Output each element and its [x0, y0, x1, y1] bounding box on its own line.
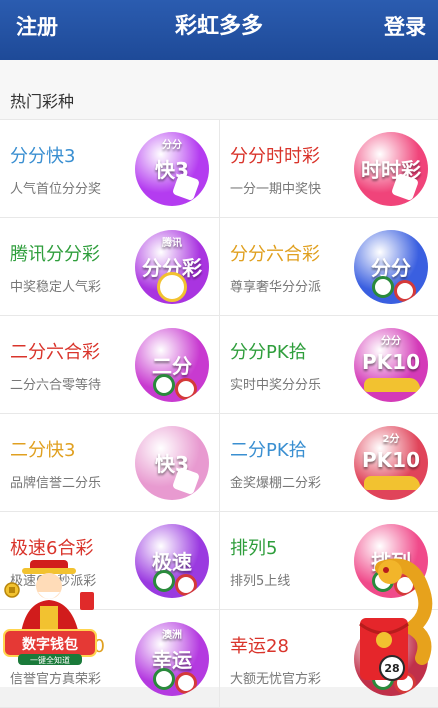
- lottery-item[interactable]: 二分六合彩二分六合零等待 二分: [0, 316, 219, 414]
- ball-shape: [175, 672, 197, 694]
- race-car-icon: 分分 PK10: [354, 328, 428, 402]
- badge-title: 快3: [155, 158, 189, 182]
- lottery-name: 分分时时彩: [230, 146, 320, 167]
- lottery-item[interactable]: 分分六合彩尊享奢华分分派 分分: [219, 218, 438, 316]
- badge-title: 极速: [152, 550, 192, 574]
- top-bar: 注册 彩虹多多 登录: [0, 0, 438, 60]
- lottery-item[interactable]: 分分PK拾实时中奖分分乐 分分 PK10: [219, 316, 438, 414]
- lottery-item[interactable]: 腾讯分分彩中奖稳定人气彩 腾讯 分分彩: [0, 218, 219, 316]
- badge-caption: 澳洲: [162, 630, 182, 641]
- badge-title: 时时彩: [361, 158, 421, 182]
- lottery-desc: 人气首位分分奖: [10, 182, 102, 197]
- alarm-clock-icon: 腾讯 分分彩: [135, 230, 209, 304]
- lottery-desc: 品牌信誉二分乐: [10, 476, 102, 491]
- lottery-desc: 一分一期中奖快: [230, 182, 322, 197]
- lottery-balls-icon: 二分: [135, 328, 209, 402]
- lottery-item[interactable]: 二分PK拾金奖爆棚二分彩 2分 PK10: [219, 414, 438, 512]
- dice-icon: 快3: [135, 426, 209, 500]
- god-of-wealth-icon: 数字钱包 一键全知道: [3, 560, 97, 665]
- lottery-name: 二分快3: [10, 440, 76, 461]
- badge-title: 二分: [152, 354, 192, 378]
- ball-shape: [153, 374, 175, 396]
- dice-icon: 时时彩: [354, 132, 428, 206]
- badge-title: 分分: [371, 256, 411, 280]
- lottery-item[interactable]: 二分快3 品牌信誉二分乐 快3: [0, 414, 219, 512]
- app-title: 彩虹多多: [174, 14, 263, 39]
- lottery-balls-icon: 澳洲 幸运: [135, 622, 209, 696]
- badge-title: PK10: [362, 448, 420, 472]
- car-shape: [364, 378, 420, 392]
- lottery-desc: 二分六合零等待: [10, 378, 102, 393]
- lottery-desc: 尊享奢华分分派: [230, 280, 322, 295]
- badge-title: PK10: [362, 350, 420, 374]
- ball-shape: [394, 280, 416, 302]
- section-title: 热门彩种: [10, 92, 75, 111]
- lottery-name: 二分六合彩: [10, 342, 100, 363]
- badge-title: 快3: [155, 452, 189, 476]
- promo-left-title: 数字钱包: [22, 636, 78, 653]
- car-shape: [364, 476, 420, 490]
- lottery-name: 分分PK拾: [230, 342, 307, 363]
- lottery-desc: 实时中奖分分乐: [230, 378, 322, 393]
- lottery-balls-icon: 极速: [135, 524, 209, 598]
- lottery-desc: 排列5上线: [230, 574, 291, 589]
- badge-title: 幸运: [152, 648, 192, 672]
- lottery-name: 二分PK拾: [230, 440, 307, 461]
- lottery-name: 分分快3: [10, 146, 76, 167]
- lottery-desc: 金奖爆棚二分彩: [230, 476, 322, 491]
- race-car-icon: 2分 PK10: [354, 426, 428, 500]
- digital-wallet-promo[interactable]: 数字钱包 一键全知道: [0, 556, 100, 666]
- lottery-desc: 大额无忧官方彩: [230, 672, 322, 687]
- lottery-balls-icon: 分分: [354, 230, 428, 304]
- lottery-name: 分分六合彩: [230, 244, 320, 265]
- red-envelope-promo[interactable]: 28: [352, 558, 438, 687]
- ball-shape: [175, 574, 197, 596]
- clock-shape: [157, 272, 187, 302]
- login-link[interactable]: 登录: [384, 12, 426, 42]
- lottery-item[interactable]: 分分快3 人气首位分分奖 分分 快3: [0, 120, 219, 218]
- section-header: 热门彩种: [0, 60, 438, 120]
- lottery-desc: 信誉官方真荣彩: [10, 672, 102, 687]
- lottery-name: 腾讯分分彩: [10, 244, 100, 265]
- badge-caption: 腾讯: [162, 238, 182, 249]
- lottery-item[interactable]: 分分时时彩一分一期中奖快 时时彩: [219, 120, 438, 218]
- ball-shape: [175, 378, 197, 400]
- ball-shape: [372, 276, 394, 298]
- red-envelope-dragon-icon: 28: [359, 558, 433, 681]
- promo-left-subtitle: 一键全知道: [30, 655, 70, 665]
- lottery-name: 排列5: [230, 538, 278, 559]
- lottery-name: 幸运28: [230, 636, 289, 657]
- badge-caption: 分分: [381, 336, 401, 347]
- ball-shape: [153, 570, 175, 592]
- promo-right-number: 28: [384, 662, 399, 675]
- dice-icon: 分分快3: [135, 132, 209, 206]
- badge-caption: 2分: [382, 434, 400, 445]
- badge-caption: 分分: [162, 140, 182, 151]
- lottery-desc: 中奖稳定人气彩: [10, 280, 102, 295]
